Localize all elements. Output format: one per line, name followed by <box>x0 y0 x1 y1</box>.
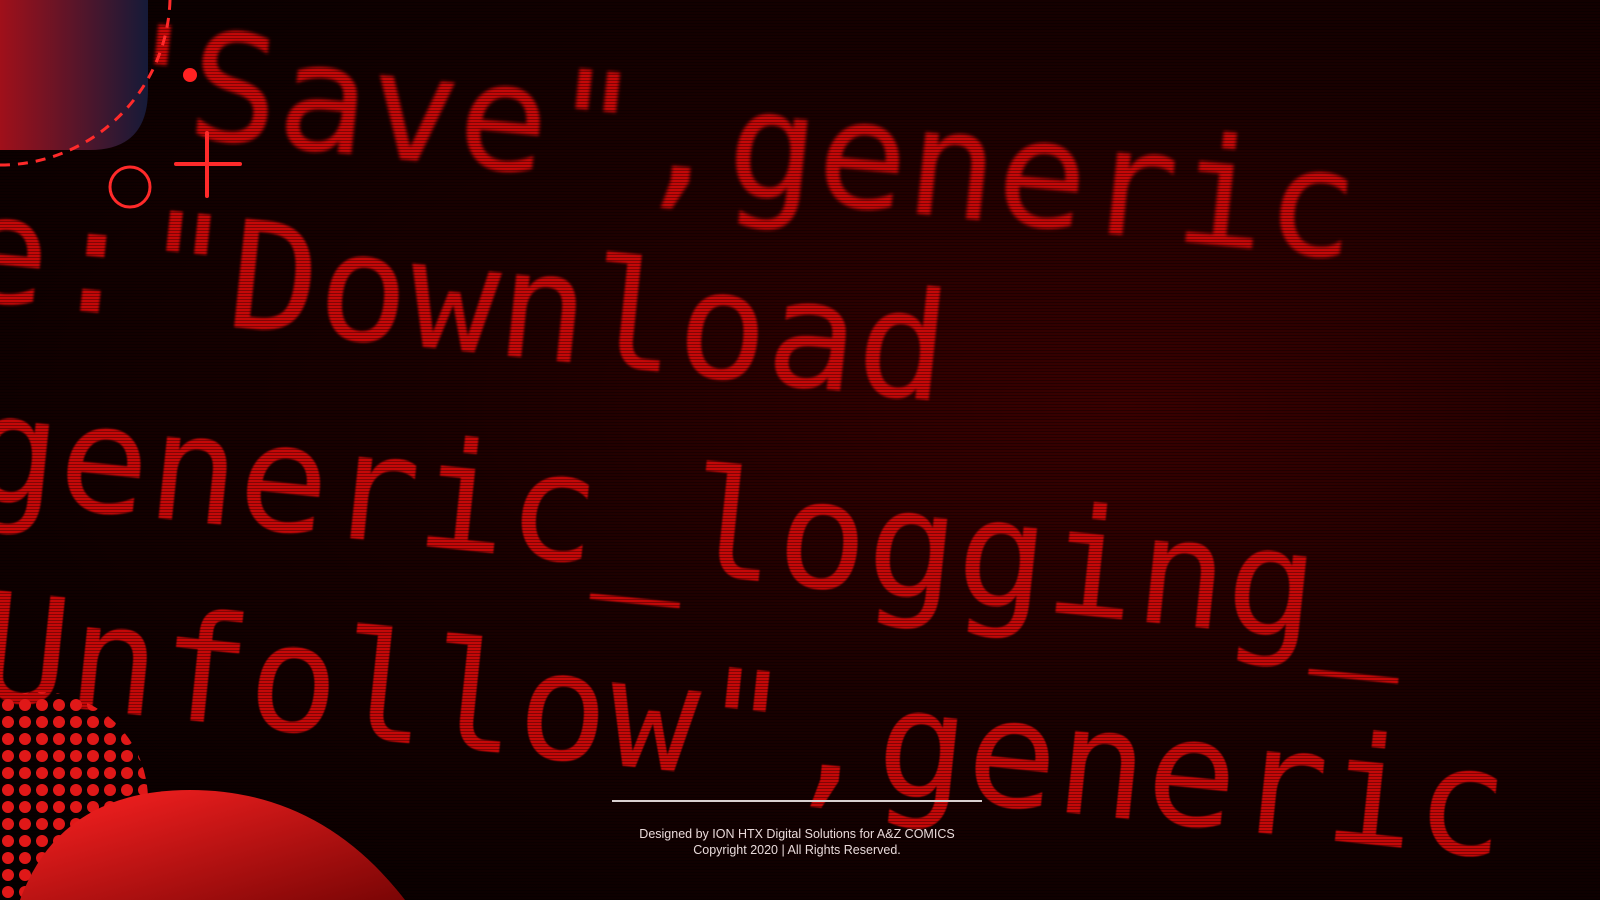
footer-divider <box>612 800 982 802</box>
decor-layer <box>0 0 405 900</box>
footer-copyright: Copyright 2020 | All Rights Reserved. <box>693 843 901 857</box>
small-dot-shape <box>183 68 197 82</box>
footer: Designed by ION HTX Digital Solutions fo… <box>612 800 982 858</box>
footer-credit: Designed by ION HTX Digital Solutions fo… <box>639 827 955 841</box>
top-left-blob-shape <box>0 0 148 150</box>
plus-icon <box>174 131 242 198</box>
ring-icon <box>108 165 152 209</box>
